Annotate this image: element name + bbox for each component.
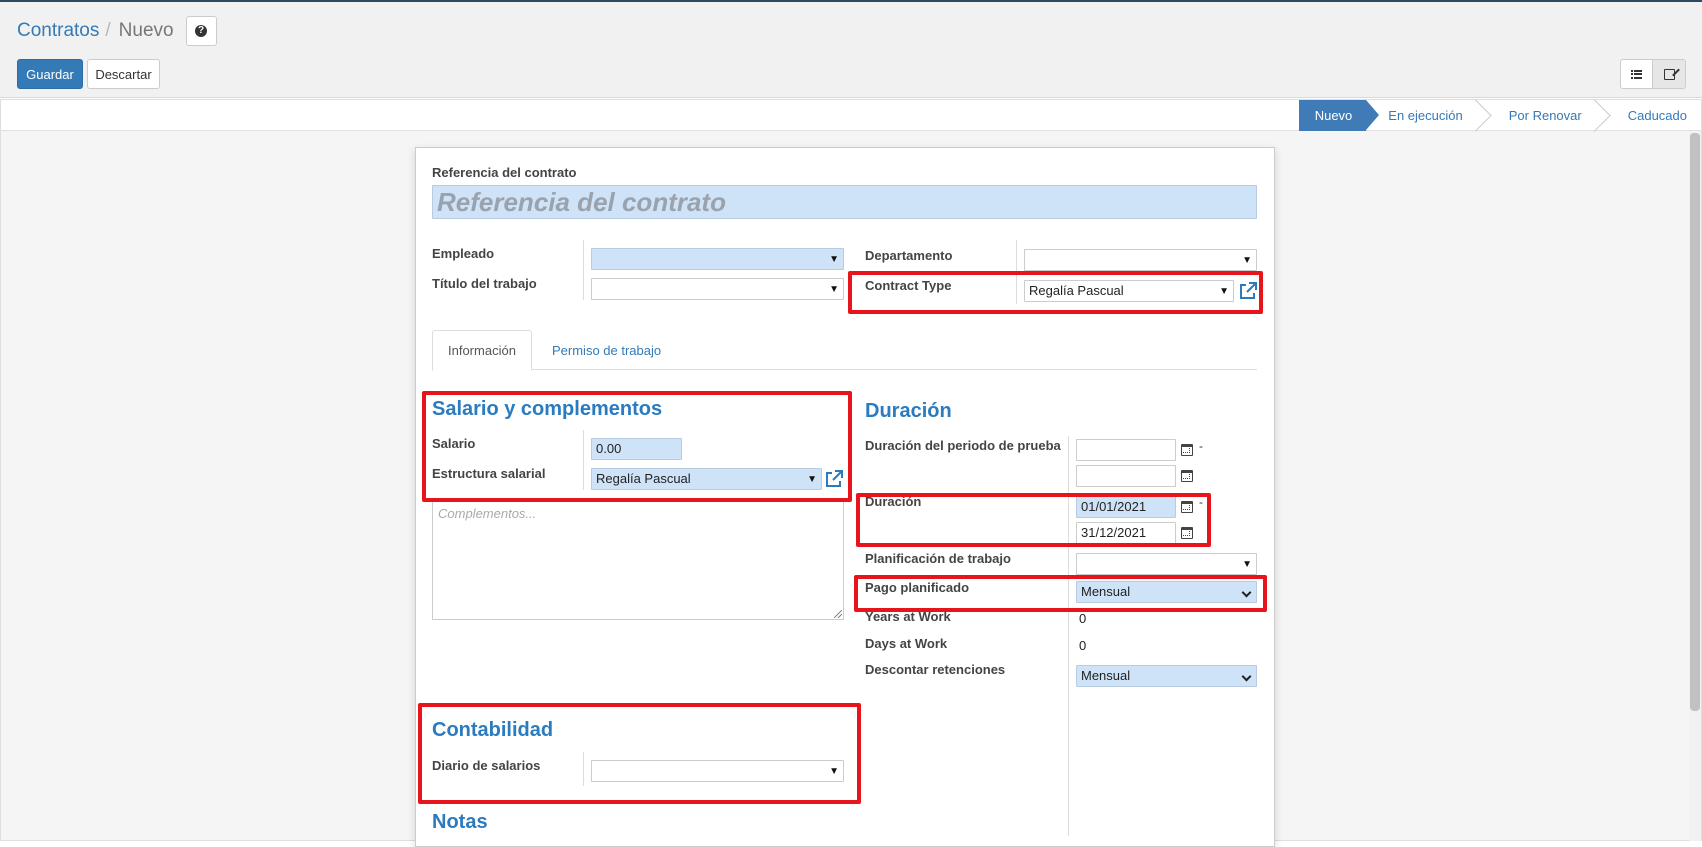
- resize-grip-icon[interactable]: [834, 610, 842, 618]
- years-at-work-label: Years at Work: [865, 609, 951, 624]
- scheduled-pay-value: Mensual: [1081, 584, 1131, 599]
- view-switcher: [1620, 59, 1686, 89]
- withholding-select[interactable]: Mensual: [1076, 665, 1257, 687]
- status-stages: Nuevo En ejecución Por Renovar Caducado: [1298, 100, 1687, 131]
- chevron-down-icon: [1241, 671, 1252, 682]
- column-divider: [583, 430, 584, 490]
- chevron-down-icon: [1241, 587, 1252, 598]
- duration-label: Duración: [865, 494, 922, 509]
- notes-section-title: Notas: [432, 811, 488, 833]
- stage-nuevo[interactable]: Nuevo: [1298, 100, 1379, 131]
- caret-down-icon: ▼: [1242, 255, 1252, 266]
- save-button[interactable]: Guardar: [17, 59, 83, 89]
- contract-type-value: Regalía Pascual: [1029, 283, 1124, 298]
- department-label: Departamento: [865, 248, 953, 263]
- withholding-value: Mensual: [1081, 668, 1131, 683]
- duration-section-title: Duración: [865, 400, 952, 422]
- range-dash: -: [1199, 439, 1203, 453]
- trial-period-label: Duración del periodo de prueba: [865, 438, 1061, 453]
- salary-structure-field[interactable]: Regalía Pascual ▼: [591, 468, 822, 490]
- calendar-icon[interactable]: [1181, 501, 1193, 513]
- scrollbar-thumb[interactable]: [1690, 133, 1700, 711]
- question-circle-icon: ?: [195, 25, 208, 37]
- contract-type-field[interactable]: Regalía Pascual ▼: [1024, 280, 1234, 302]
- salary-journal-field[interactable]: ▼: [591, 760, 844, 782]
- range-dash: -: [1199, 495, 1203, 509]
- trial-start-input[interactable]: [1076, 439, 1176, 461]
- calendar-icon[interactable]: [1181, 527, 1193, 539]
- external-link-icon[interactable]: [824, 469, 844, 489]
- reference-input[interactable]: Referencia del contrato: [432, 185, 1257, 219]
- column-divider: [1068, 436, 1069, 836]
- external-link-icon[interactable]: [1238, 281, 1258, 301]
- days-at-work-value: 0: [1079, 638, 1087, 653]
- salary-structure-label: Estructura salarial: [432, 466, 546, 481]
- control-panel: Contratos / Nuevo ? Guardar Descartar: [0, 2, 1702, 98]
- breadcrumb-separator: /: [105, 20, 111, 41]
- complements-placeholder: Complementos...: [438, 506, 537, 521]
- calendar-icon[interactable]: [1181, 470, 1193, 482]
- tab-informacion[interactable]: Información: [432, 330, 532, 371]
- list-view-button[interactable]: [1620, 59, 1653, 89]
- edit-icon: [1663, 68, 1675, 80]
- notebook-tabs: Información Permiso de trabajo: [432, 330, 1257, 371]
- column-divider: [583, 752, 584, 786]
- salary-journal-label: Diario de salarios: [432, 758, 541, 773]
- reference-label: Referencia del contrato: [432, 165, 577, 180]
- salary-label: Salario: [432, 436, 476, 451]
- list-icon: [1631, 69, 1642, 79]
- employee-label: Empleado: [432, 246, 495, 261]
- trial-end-input[interactable]: [1076, 465, 1176, 487]
- salary-section-title: Salario y complementos: [432, 398, 663, 420]
- job-title-label: Título del trabajo: [432, 276, 537, 291]
- days-at-work-label: Days at Work: [865, 636, 948, 651]
- stage-por-renovar[interactable]: Por Renovar: [1493, 100, 1612, 131]
- caret-down-icon: ▼: [829, 284, 839, 295]
- department-field[interactable]: ▼: [1024, 249, 1257, 271]
- duration-start-input[interactable]: 01/01/2021: [1076, 496, 1176, 518]
- breadcrumb: Contratos / Nuevo ?: [17, 16, 217, 46]
- form-sheet: Referencia del contrato Referencia del c…: [415, 147, 1275, 847]
- complements-textarea[interactable]: Complementos...: [432, 501, 844, 620]
- contract-type-label: Contract Type: [865, 278, 952, 293]
- scheduled-pay-select[interactable]: Mensual: [1076, 581, 1257, 603]
- employee-field[interactable]: ▼: [591, 248, 844, 270]
- work-schedule-label: Planificación de trabajo: [865, 551, 1011, 566]
- column-divider: [1016, 240, 1017, 304]
- job-title-field[interactable]: ▼: [591, 278, 844, 300]
- breadcrumb-current: Nuevo: [118, 20, 174, 41]
- caret-down-icon: ▼: [829, 766, 839, 777]
- discard-button[interactable]: Descartar: [87, 59, 160, 89]
- form-view-button[interactable]: [1653, 59, 1686, 89]
- caret-down-icon: ▼: [829, 254, 839, 265]
- help-button[interactable]: ?: [185, 16, 217, 46]
- caret-down-icon: ▼: [807, 474, 817, 485]
- duration-end-input[interactable]: 31/12/2021: [1076, 522, 1176, 544]
- years-at-work-value: 0: [1079, 611, 1087, 626]
- salary-input[interactable]: 0.00: [591, 438, 682, 460]
- caret-down-icon: ▼: [1219, 286, 1229, 297]
- salary-structure-value: Regalía Pascual: [596, 471, 691, 486]
- stage-en-ejecucion[interactable]: En ejecución: [1372, 100, 1492, 131]
- accounting-section-title: Contabilidad: [432, 719, 554, 741]
- statusbar: Nuevo En ejecución Por Renovar Caducado: [1, 100, 1701, 131]
- work-schedule-field[interactable]: ▼: [1076, 553, 1257, 575]
- breadcrumb-contratos-link[interactable]: Contratos: [17, 20, 99, 42]
- tab-permiso-de-trabajo[interactable]: Permiso de trabajo: [537, 330, 676, 371]
- calendar-icon[interactable]: [1181, 444, 1193, 456]
- column-divider: [583, 240, 584, 300]
- scheduled-pay-label: Pago planificado: [865, 580, 970, 595]
- stage-caducado[interactable]: Caducado: [1612, 100, 1687, 131]
- withholding-label: Descontar retenciones: [865, 662, 1006, 677]
- caret-down-icon: ▼: [1242, 559, 1252, 570]
